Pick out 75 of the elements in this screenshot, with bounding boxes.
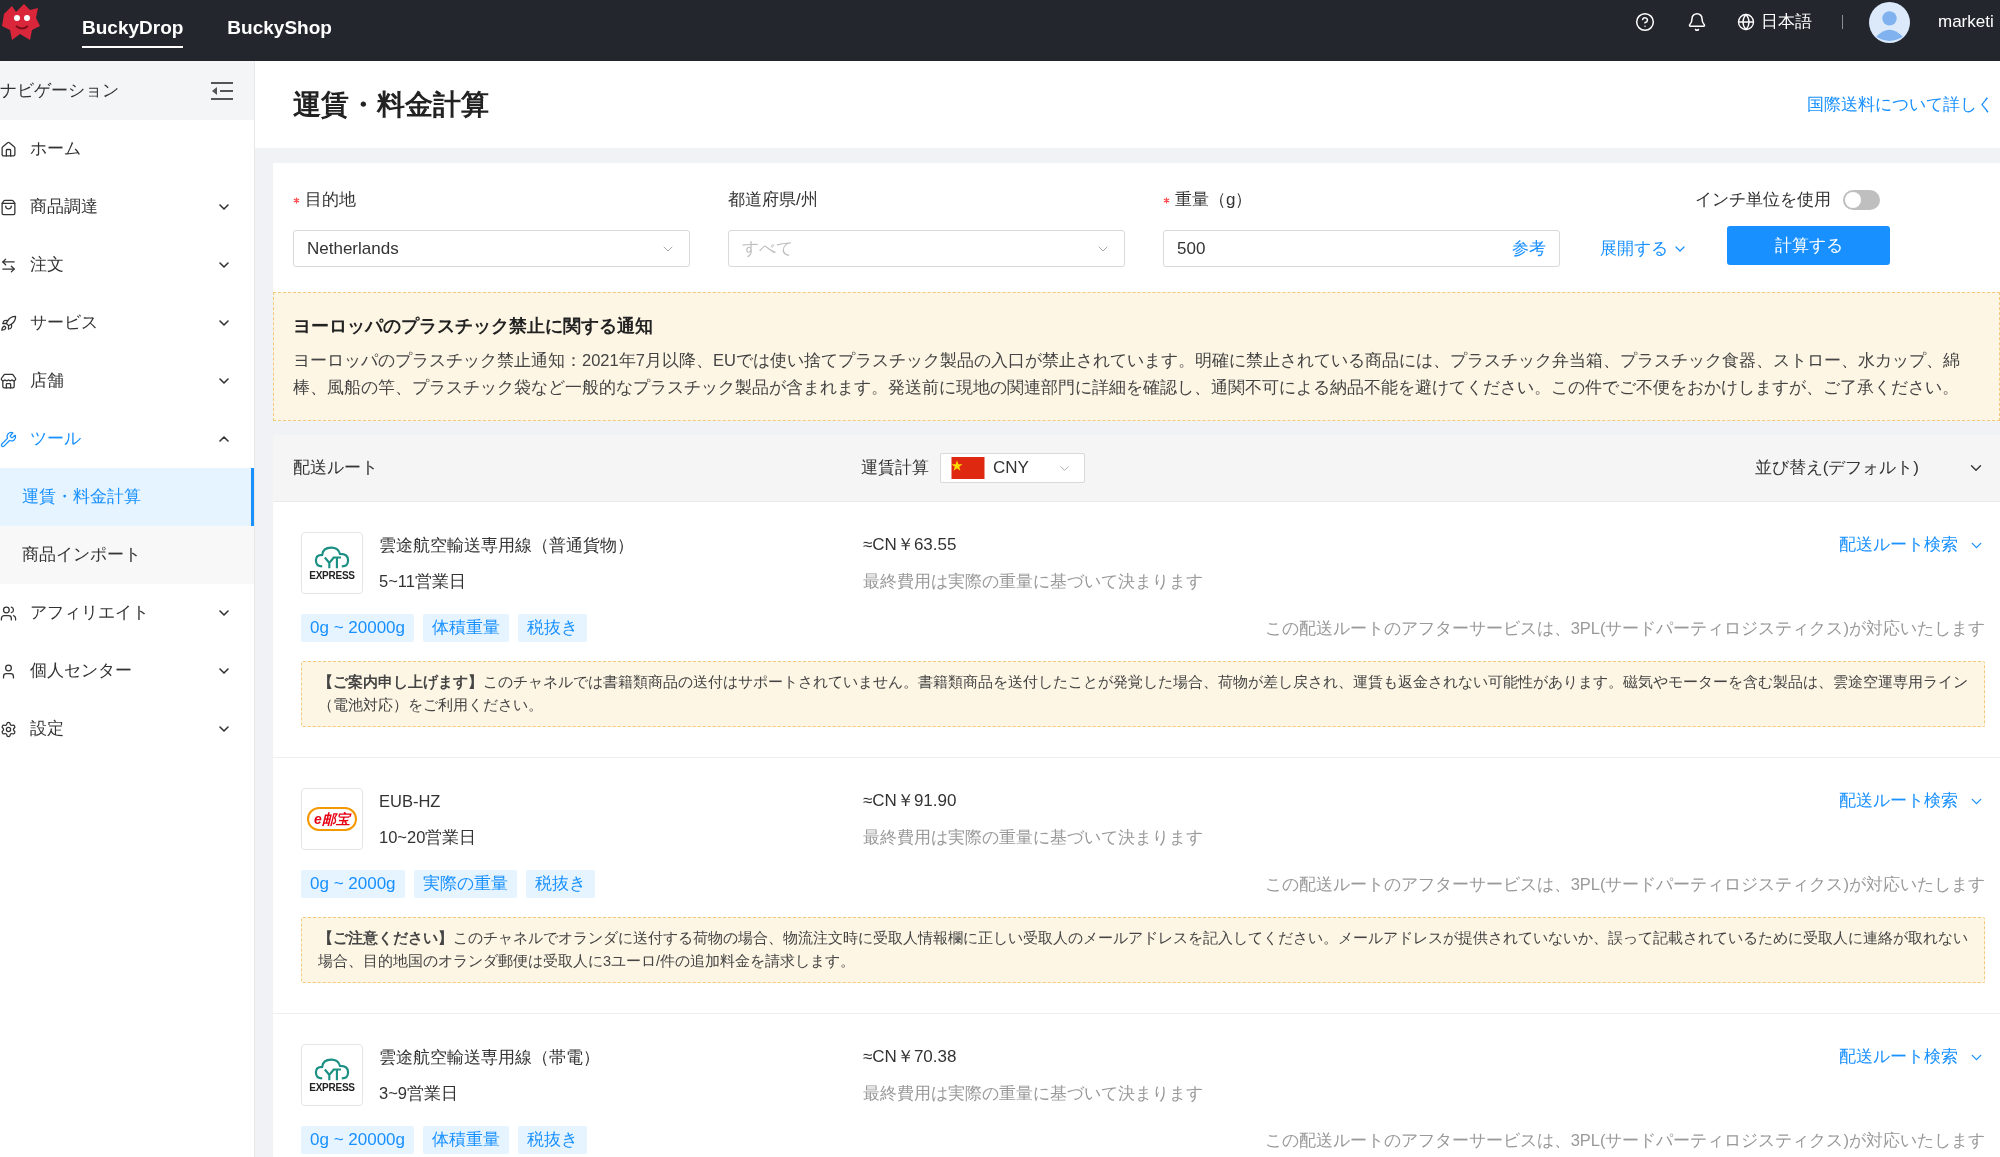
field-label: 目的地 [305, 189, 356, 212]
nav-item[interactable]: アフィリエイト [0, 584, 254, 642]
route-notice-text: 【ご案内申し上げます】このチャネルでは書籍類商品の送付はサポートされていません。書籍類商品を送付したことが発覚した場合、荷物が差し戻され、運賃も返金されない可能性があります。磁気やモーターを含む製品は、雲途空運専用ライン（電池対応）をご利用ください。 [318, 673, 1969, 715]
after-service-note: この配送ルートのアフターサービスは、3PL(サードパーティロジスティクス)が対応いたします [1264, 617, 1985, 639]
route-name: EUB-HZ [379, 791, 442, 812]
users-icon [0, 604, 17, 622]
route-tag: 体積重量 [423, 1126, 509, 1154]
language-menu[interactable]: 日本語 [1737, 9, 1812, 35]
route-tag: 税抜き [525, 870, 595, 898]
nav-subitem[interactable]: 商品インポート [0, 526, 254, 584]
cloud-icon [314, 544, 350, 570]
toggle-label: インチ単位を使用 [1695, 189, 1831, 212]
route-tag: 税抜き [518, 614, 587, 642]
collapse-menu-icon[interactable] [210, 80, 234, 101]
nav-item[interactable]: 設定 [0, 700, 254, 758]
price-note: 最終費用は実際の重量に基づいて決まります [863, 1083, 1204, 1104]
settings-icon [0, 720, 17, 738]
currency-label: 運賃計算 [861, 457, 929, 480]
select-field[interactable]: Netherlands [293, 230, 690, 267]
route-tag: 0g ~ 20000g [301, 1126, 414, 1154]
page-title: 運賃・料金計算 [293, 87, 489, 122]
user-icon [0, 662, 17, 680]
rocket-icon [0, 314, 17, 332]
nav-item[interactable]: サービス [0, 294, 254, 352]
mascot-logo-icon [0, 2, 42, 42]
logo-text: EXPRESS [309, 1081, 355, 1094]
sidebar-title: ナビゲーション [0, 79, 119, 102]
arrows-icon [0, 256, 17, 274]
field-label: 重量（g） [1175, 189, 1253, 212]
route-price: ≈CN￥70.38 [863, 1046, 958, 1068]
input-field[interactable]: 500 参考 [1163, 230, 1560, 267]
route-list-label: 配送ルート [293, 457, 379, 480]
route-tag: 0g ~ 20000g [301, 614, 414, 642]
sort-select[interactable]: 並び替え(デフォルト) [1754, 455, 1985, 481]
avatar-icon[interactable] [1869, 1, 1910, 43]
route-tag: 実際の重量 [413, 870, 517, 898]
currency-select[interactable]: CNY [940, 453, 1085, 483]
route-price: ≈CN￥91.90 [863, 790, 958, 812]
after-service-note: この配送ルートのアフターサービスは、3PL(サードパーティロジスティクス)が対応いたします [1264, 873, 1985, 895]
route-tag: 体積重量 [423, 614, 509, 642]
logo-text: e邮宝 [307, 807, 357, 831]
route-tag: 税抜き [518, 1126, 587, 1154]
delivery-days: 10~20営業日 [379, 824, 863, 850]
toggle-switch[interactable] [1843, 190, 1880, 210]
nav-item[interactable]: ホーム [0, 120, 254, 178]
route-tag: 0g ~ 2000g [301, 870, 405, 898]
price-note: 最終費用は実際の重量に基づいて決まります [863, 571, 1204, 592]
cloud-icon [314, 1056, 350, 1082]
route-name: 雲途航空輸送専用線（帯電） [379, 1047, 601, 1068]
route-name: 雲途航空輸送専用線（普通貨物） [379, 535, 635, 556]
notice-title: ヨーロッパのプラスチック禁止に関する通知 [293, 315, 654, 338]
field-label: 都道府県/州 [728, 189, 818, 212]
delivery-days: 5~11営業日 [379, 568, 863, 594]
help-icon[interactable] [1635, 12, 1655, 32]
route-price: ≈CN￥63.55 [863, 534, 958, 556]
nav-item[interactable]: 店舗 [0, 352, 254, 410]
china-flag-icon [950, 457, 986, 479]
store-icon [0, 372, 17, 390]
user-name[interactable]: marketi [1938, 9, 2000, 35]
delivery-days: 3~9営業日 [379, 1080, 863, 1106]
notice-text: ヨーロッパのプラスチック禁止通知：2021年7月以降、EUでは使い捨てプラスチック製品の入口が禁止されています。明確に禁止されている商品には、プラスチック弁当箱、プラスチック食器、ストロー、水カップ、綿棒、風船の竿、プラスチック袋など一般的なプラスチック製品が含まれます。発送前に現地の関連部門に詳細を確認し、通関不可による納品不能を避けてください。この件でご不便をおかけしますが、ご了承ください。 [293, 350, 1961, 398]
nav-item[interactable]: 個人センター [0, 642, 254, 700]
after-service-note: この配送ルートのアフターサービスは、3PL(サードパーティロジスティクス)が対応いたします [1264, 1129, 1985, 1151]
logo-text: EXPRESS [309, 569, 355, 582]
nav-tab[interactable]: BuckyDrop [82, 0, 184, 48]
shopping-bag-icon [0, 198, 17, 216]
globe-icon [1737, 13, 1755, 31]
bell-icon[interactable] [1687, 12, 1707, 32]
nav-item[interactable]: 注文 [0, 236, 254, 294]
route-notice-text: 【ご注意ください】このチャネルでオランダに送付する荷物の場合、物流注文時に受取人情報欄に正しい受取人のメールアドレスを記入してください。メールアドレスが提供されていないか、誤って記載されているために受取人に連絡が取れない場合、目的地国のオランダ郵便は受取人に3ユーロ/件の追加料金を請求します。 [318, 929, 1969, 971]
home-icon [0, 140, 17, 158]
nav-tab[interactable]: BuckyShop [227, 0, 332, 48]
nav-item[interactable]: 商品調達 [0, 178, 254, 236]
price-note: 最終費用は実際の重量に基づいて決まります [863, 827, 1204, 848]
wrench-icon [0, 430, 17, 448]
